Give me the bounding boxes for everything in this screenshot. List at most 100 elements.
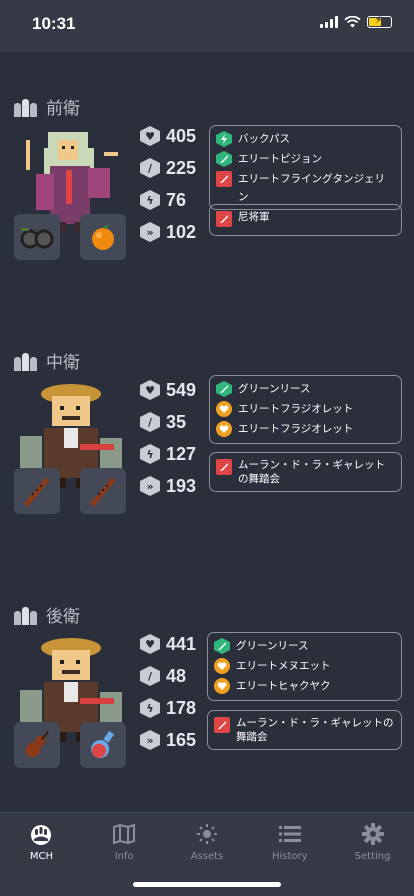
- skill-row: エリートヒャクヤク: [214, 677, 395, 697]
- battery-icon: ⚡: [367, 15, 392, 28]
- extension-name: 尼将軍: [238, 211, 270, 223]
- sword-stat-icon: /: [140, 666, 160, 686]
- skill-name: エリートフラジオレット: [238, 403, 354, 415]
- section-title-label: 中衛: [46, 353, 80, 373]
- red-sword-skill-icon: [216, 459, 232, 475]
- stat-atk: / 48: [140, 664, 206, 688]
- stat-hp-value: 405: [166, 125, 197, 146]
- skill-row: エリートピジョン: [216, 150, 395, 170]
- stat-atk: / 225: [140, 156, 206, 180]
- stat-int: ϟ 76: [140, 188, 206, 212]
- status-time: 10:31: [32, 14, 76, 33]
- flute-icon: [23, 477, 50, 507]
- extension-name: ムーラン・ド・ラ・ギャレットの舞踏会: [238, 459, 385, 485]
- tab-info[interactable]: Info: [83, 813, 166, 871]
- tab-label: Assets: [190, 851, 224, 862]
- status-bar: 10:31 ⚡: [0, 0, 414, 52]
- equipment-slot-2[interactable]: [80, 214, 126, 260]
- stat-hp: ♥ 549: [140, 378, 206, 402]
- tab-label: Setting: [354, 851, 391, 862]
- tab-label: Info: [114, 851, 134, 862]
- skills-box-middle[interactable]: グリーンリース エリートフラジオレット エリートフラジオレット: [209, 375, 402, 444]
- speed-stat-icon: »: [140, 476, 160, 496]
- tab-assets[interactable]: Assets: [166, 813, 249, 871]
- extension-row: ムーラン・ド・ラ・ギャレットの舞踏会: [214, 716, 395, 744]
- skill-row: グリーンリース: [214, 637, 395, 657]
- skill-name: エリートヒャクヤク: [236, 680, 331, 692]
- skill-row: エリートメヌエット: [214, 657, 395, 677]
- extension-box-rear[interactable]: ムーラン・ド・ラ・ギャレットの舞踏会: [207, 710, 402, 750]
- stat-hp-value: 441: [166, 633, 197, 654]
- sword-stat-icon: /: [140, 158, 160, 178]
- lightning-stat-icon: ϟ: [140, 698, 160, 718]
- tab-history[interactable]: History: [248, 813, 331, 871]
- stat-int-value: 127: [166, 443, 197, 464]
- stat-hp-value: 549: [166, 379, 197, 400]
- stat-atk-value: 225: [166, 157, 197, 178]
- stat-int: ϟ 178: [140, 696, 206, 720]
- position-silhouette-icon: [14, 351, 40, 371]
- tab-mch[interactable]: MCH: [0, 813, 83, 871]
- orange-fruit-icon: [92, 224, 114, 250]
- tab-setting[interactable]: Setting: [331, 813, 414, 871]
- stat-hp: ♥ 405: [140, 124, 206, 148]
- skill-name: エリートフライングタンジェリン: [238, 173, 385, 203]
- section-title-middle: 中衛: [14, 348, 80, 373]
- stats-middle: ♥ 549 / 35 ϟ 127 » 193: [140, 378, 206, 506]
- skill-row: エリートフラジオレット: [216, 400, 395, 420]
- hero-card-front[interactable]: [14, 126, 128, 266]
- speed-stat-icon: »: [140, 222, 160, 242]
- wifi-icon: [344, 16, 361, 28]
- cellular-signal-icon: [320, 16, 338, 28]
- section-title-front: 前衛: [14, 94, 80, 119]
- stats-rear: ♥ 441 / 48 ϟ 178 » 165: [140, 632, 206, 760]
- green-sword-skill-icon: [216, 381, 232, 397]
- skills-box-rear[interactable]: グリーンリース エリートメヌエット エリートヒャクヤク: [207, 632, 402, 701]
- flute-icon: [89, 477, 116, 507]
- home-indicator[interactable]: [133, 882, 281, 887]
- red-sword-skill-icon: [216, 171, 232, 187]
- extension-box-front[interactable]: 尼将軍: [209, 204, 402, 236]
- lightning-stat-icon: ϟ: [140, 444, 160, 464]
- stat-atk-value: 48: [166, 665, 187, 686]
- extension-row: ムーラン・ド・ラ・ギャレットの舞踏会: [216, 458, 395, 486]
- stat-atk: / 35: [140, 410, 206, 434]
- skill-row: エリートフラジオレット: [216, 420, 395, 440]
- orange-heart-skill-icon: [214, 678, 230, 694]
- skills-box-front[interactable]: バックパス エリートピジョン エリートフライングタンジェリン: [209, 125, 402, 210]
- tab-label: History: [272, 851, 308, 862]
- section-title-label: 後衛: [46, 607, 80, 627]
- hero-card-rear[interactable]: [14, 634, 128, 774]
- gear-icon: [361, 823, 385, 845]
- stat-agi-value: 193: [166, 475, 197, 496]
- stat-atk-value: 35: [166, 411, 187, 432]
- map-icon: [112, 823, 136, 845]
- stat-agi: » 193: [140, 474, 206, 498]
- equipment-slot-1[interactable]: [14, 468, 60, 514]
- stat-agi: » 102: [140, 220, 206, 244]
- mch-paw-icon: [29, 823, 53, 845]
- position-silhouette-icon: [14, 605, 40, 625]
- skill-name: エリートメヌエット: [236, 660, 331, 672]
- skill-name: グリーンリース: [236, 640, 309, 652]
- section-title-rear: 後衛: [14, 602, 80, 627]
- sword-stat-icon: /: [140, 412, 160, 432]
- position-silhouette-icon: [14, 97, 40, 117]
- heart-stat-icon: ♥: [140, 380, 160, 400]
- green-sword-skill-icon: [214, 638, 230, 654]
- speed-stat-icon: »: [140, 730, 160, 750]
- heart-stat-icon: ♥: [140, 126, 160, 146]
- goggles-icon: [20, 228, 54, 249]
- equipment-slot-1[interactable]: [14, 722, 60, 768]
- equipment-slot-2[interactable]: [80, 468, 126, 514]
- skill-name: グリーンリース: [238, 383, 311, 395]
- equipment-slot-2[interactable]: [80, 722, 126, 768]
- hero-card-middle[interactable]: [14, 380, 128, 520]
- stat-int: ϟ 127: [140, 442, 206, 466]
- stat-hp: ♥ 441: [140, 632, 206, 656]
- equipment-slot-1[interactable]: [14, 214, 60, 260]
- skill-row: バックパス: [216, 130, 395, 150]
- skill-name: バックパス: [238, 133, 290, 145]
- heart-stat-icon: ♥: [140, 634, 160, 654]
- extension-box-middle[interactable]: ムーラン・ド・ラ・ギャレットの舞踏会: [209, 452, 402, 492]
